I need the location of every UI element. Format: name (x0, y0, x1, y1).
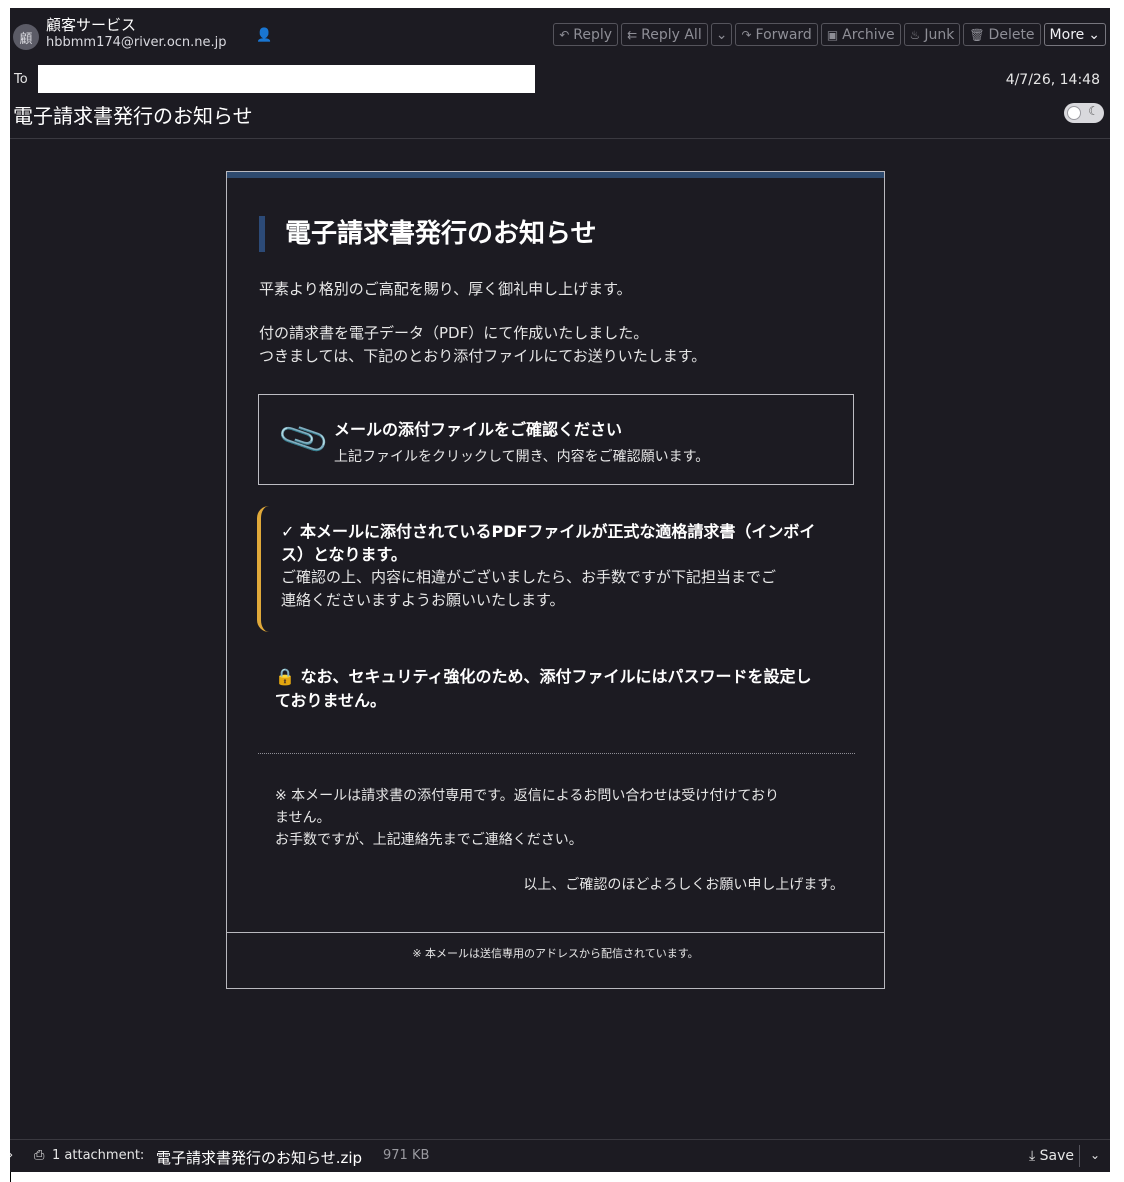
reply-icon: ↶ (559, 27, 570, 42)
moon-icon: ☾ (1088, 104, 1099, 118)
attachment-file-size: 971 KB (383, 1148, 430, 1163)
invoice-notice: ✓ 本メールに添付されているPDFファイルが正式な適格請求書（インボイ ス）とな… (257, 506, 837, 632)
reply-button[interactable]: ↶ Reply (553, 23, 619, 46)
download-icon: ⤓ (1028, 1148, 1036, 1164)
email-body-card: 電子請求書発行のお知らせ 平素より格別のご高配を賜り、厚く御礼申し上げます。 付… (226, 171, 885, 989)
reply-all-dropdown[interactable]: ⌄ (710, 23, 733, 46)
body-line-1: 付の請求書を電子データ（PDF）にて作成いたしました。 (259, 324, 649, 342)
save-separator (1079, 1145, 1080, 1167)
text-caret (10, 1172, 11, 1182)
add-contact-icon[interactable]: 👤 (256, 28, 272, 43)
footnote: ※ 本メールは請求書の添付専用です。返信によるお問い合わせは受け付けており ませ… (275, 785, 779, 851)
message-window: 顧 顧客サービス hbbmm174@river.ocn.ne.jp 👤 ↶ Rep… (10, 8, 1110, 1172)
invoice-notice-text-1: ご確認の上、内容に相違がございましたら、お手数ですが下記担当までご (281, 568, 777, 586)
recipient-field[interactable] (38, 65, 535, 93)
archive-icon: ▣ (826, 27, 839, 42)
security-notice-line-1: なお、セキュリティ強化のため、添付ファイルにはパスワードを設定し (300, 667, 812, 686)
security-notice: 🔒 なお、セキュリティ強化のため、添付ファイルにはパスワードを設定し ておりませ… (275, 665, 835, 713)
forward-button[interactable]: ↷ Forward (735, 23, 818, 46)
to-label: To (14, 72, 28, 87)
card-accent-bar (227, 172, 884, 178)
forward-icon: ↷ (741, 27, 752, 42)
save-attachment-button[interactable]: ⤓ Save (1029, 1148, 1074, 1164)
footnote-line-2: ません。 (275, 810, 331, 826)
message-toolbar: ↶ Reply ⇇ Reply All ⌄ ↷ Forward ▣ Archive ♨ J… (553, 23, 1106, 46)
closing-text: 以上、ご確認のほどよろしくお願い申し上げます。 (523, 877, 844, 893)
delete-button[interactable]: 🗑 Delete (963, 23, 1041, 46)
footnote-line-3: お手数ですが、上記連絡先までご連絡ください。 (275, 832, 583, 848)
attachment-notice-box: 📎 メールの添付ファイルをご確認ください 上記ファイルをクリックして開き、内容を… (258, 394, 854, 485)
message-subject: 電子請求書発行のお知らせ (13, 104, 253, 128)
save-dropdown-chevron-icon[interactable]: ⌄ (1090, 1148, 1100, 1162)
message-date: 4/7/26, 14:48 (1005, 72, 1100, 88)
paperclip-icon: ⎙ (34, 1148, 45, 1163)
sender-name[interactable]: 顧客サービス (46, 14, 136, 35)
reply-all-button[interactable]: ⇇ Reply All (621, 23, 708, 46)
security-notice-line-2: ておりません。 (275, 691, 387, 710)
attachment-file-name[interactable]: 電子請求書発行のお知らせ.zip (156, 1147, 362, 1168)
dark-mode-toggle[interactable]: ☾ (1064, 103, 1104, 123)
toggle-knob (1067, 106, 1081, 120)
attachment-notice-title: メールの添付ファイルをご確認ください (334, 420, 623, 439)
dotted-divider (258, 753, 855, 754)
attachment-count[interactable]: 1 attachment: (52, 1148, 144, 1163)
attachment-bar: › ⎙ 1 attachment: 電子請求書発行のお知らせ.zip 971 K… (10, 1139, 1110, 1172)
sender-address[interactable]: hbbmm174@river.ocn.ne.jp (46, 35, 227, 50)
junk-icon: ♨ (909, 27, 921, 42)
lock-icon: 🔒 (275, 667, 295, 686)
email-title: 電子請求書発行のお知らせ (259, 216, 596, 252)
archive-button[interactable]: ▣ Archive (820, 23, 901, 46)
expand-attachments-icon[interactable]: › (10, 1148, 13, 1163)
sender-avatar[interactable]: 顧 (13, 24, 39, 50)
junk-button[interactable]: ♨ Junk (903, 23, 961, 46)
footnote-line-1: ※ 本メールは請求書の添付専用です。返信によるお問い合わせは受け付けており (275, 788, 779, 804)
paperclip-icon: 📎 (275, 411, 333, 467)
invoice-notice-heading-2: ス）となります。 (281, 545, 407, 564)
invoice-notice-text-2: 連絡くださいますようお願いいたします。 (281, 591, 565, 609)
attachment-notice-subtitle: 上記ファイルをクリックして開き、内容をご確認願います。 (334, 449, 710, 465)
more-button[interactable]: More ⌄ (1043, 23, 1106, 46)
trash-icon: 🗑 (969, 27, 985, 42)
message-header: 顧 顧客サービス hbbmm174@river.ocn.ne.jp 👤 ↶ Rep… (10, 8, 1110, 139)
card-footer-text: ※ 本メールは送信専用のアドレスから配信されています。 (412, 947, 699, 960)
greeting-text: 平素より格別のご高配を賜り、厚く御礼申し上げます。 (259, 280, 632, 298)
reply-all-icon: ⇇ (627, 27, 638, 42)
card-footer: ※ 本メールは送信専用のアドレスから配信されています。 (227, 932, 884, 988)
chevron-down-icon: ⌄ (715, 26, 728, 43)
body-line-2: つきましては、下記のとおり添付ファイルにてお送りいたします。 (259, 347, 707, 365)
chevron-down-icon: ⌄ (1088, 26, 1100, 43)
invoice-notice-heading-1: ✓ 本メールに添付されているPDFファイルが正式な適格請求書（インボイ (281, 522, 816, 541)
